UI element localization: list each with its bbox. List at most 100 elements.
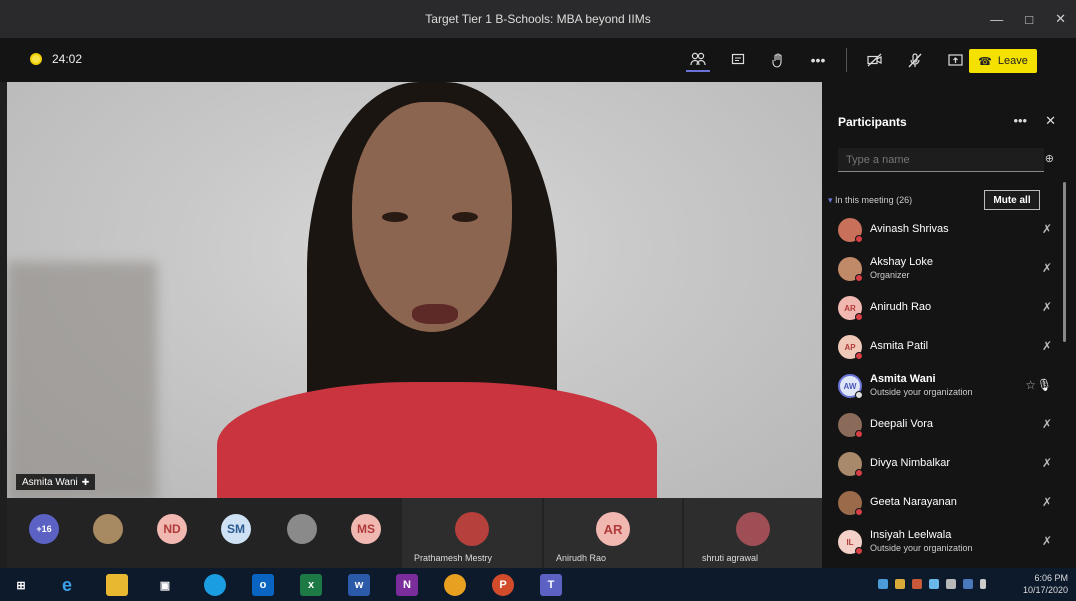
tray-icon[interactable]: [912, 579, 922, 589]
outlook-icon[interactable]: o: [252, 574, 274, 596]
main-video-stage: [7, 82, 822, 498]
status-badge: [855, 313, 863, 321]
system-clock[interactable]: 6:06 PM 10/17/2020: [1023, 572, 1068, 596]
tray-icon[interactable]: [963, 579, 973, 589]
status-badge: [855, 274, 863, 282]
tile-name: Prathamesh Mestry: [414, 553, 493, 563]
participant-search-input[interactable]: [838, 148, 1044, 172]
speaker-name-tag: Asmita Wani ✚: [16, 474, 96, 490]
participant-row[interactable]: Divya Nimbalkar ✗: [836, 448, 1056, 480]
status-badge: [855, 469, 863, 477]
video-tile[interactable]: Prathamesh Mestry: [402, 498, 542, 568]
mic-off-icon[interactable]: ✗: [1042, 534, 1052, 548]
store-icon[interactable]: ▣: [154, 574, 176, 596]
pin-icon[interactable]: ☆: [1025, 378, 1036, 392]
more-actions-button[interactable]: •••: [806, 48, 830, 72]
minimize-button[interactable]: —: [990, 12, 1003, 27]
chrome-icon[interactable]: [444, 574, 466, 596]
participant-row[interactable]: AW Asmita Wani Outside your organization…: [836, 370, 1056, 402]
video-gallery-strip: +16 ND SM MS Prathamesh Mestry AR Anirud…: [7, 498, 822, 568]
hand-icon: [772, 52, 782, 68]
network-icon[interactable]: [980, 579, 986, 589]
mic-off-icon[interactable]: ✗: [1042, 456, 1052, 470]
participant-avatar-ms[interactable]: MS: [351, 514, 381, 544]
participant-name: Divya Nimbalkar: [870, 457, 951, 469]
teams-icon[interactable]: T: [540, 574, 562, 596]
tile-photo-avatar: [455, 512, 489, 546]
video-tile[interactable]: shruti agrawal: [684, 498, 822, 568]
participant-avatar-nd[interactable]: ND: [157, 514, 187, 544]
speaker-face: [352, 102, 512, 332]
mute-all-button[interactable]: Mute all: [984, 190, 1040, 210]
participant-row[interactable]: Deepali Vora ✗: [836, 409, 1056, 441]
panel-scrollbar[interactable]: [1063, 182, 1066, 342]
panel-close-button[interactable]: ✕: [1045, 113, 1056, 129]
participant-photo-avatar[interactable]: [93, 514, 123, 544]
camera-toggle-button[interactable]: [863, 48, 887, 72]
clock-time: 6:06 PM: [1034, 573, 1068, 583]
participant-name: Geeta Narayanan: [870, 496, 957, 508]
onenote-icon[interactable]: N: [396, 574, 418, 596]
mic-on-icon[interactable]: 🎙: [1037, 378, 1052, 392]
chat-button[interactable]: [726, 48, 750, 72]
participant-name: Anirudh Rao: [870, 301, 932, 313]
raise-hand-button[interactable]: [766, 48, 790, 72]
participant-name: Insiyah Leelwala: [870, 529, 952, 541]
maximize-button[interactable]: □: [1025, 12, 1033, 27]
overflow-participants-button[interactable]: +16: [29, 514, 59, 544]
mic-off-icon[interactable]: ✗: [1042, 261, 1052, 275]
powerpoint-icon[interactable]: P: [492, 574, 514, 596]
close-window-button[interactable]: ✕: [1055, 11, 1066, 27]
participant-row[interactable]: IL Insiyah Leelwala Outside your organiz…: [836, 526, 1056, 558]
leave-label: Leave: [997, 55, 1028, 67]
tray-icon[interactable]: [946, 579, 956, 589]
window-titlebar: Target Tier 1 B-Schools: MBA beyond IIMs…: [0, 0, 1076, 38]
tray-icon[interactable]: [895, 579, 905, 589]
participant-avatar-sm[interactable]: SM: [221, 514, 251, 544]
share-invite-icon[interactable]: ⊕: [1045, 152, 1054, 165]
video-tile[interactable]: AR Anirudh Rao: [544, 498, 682, 568]
participant-name: Avinash Shrivas: [870, 223, 949, 235]
hang-up-icon: ☎: [978, 55, 992, 68]
status-badge: [855, 352, 863, 360]
participant-row[interactable]: Geeta Narayanan ✗: [836, 487, 1056, 519]
recording-icon: [30, 53, 42, 65]
panel-more-button[interactable]: •••: [1013, 113, 1027, 129]
speaker-mouth: [412, 304, 458, 324]
toolbar-divider: [846, 48, 847, 72]
tray-icon[interactable]: [929, 579, 939, 589]
pin-icon: ✚: [81, 476, 90, 487]
internet-explorer-icon[interactable]: e: [56, 574, 78, 596]
participant-row[interactable]: Akshay Loke Organizer ✗: [836, 253, 1056, 285]
tray-icon[interactable]: [878, 579, 888, 589]
panel-title: Participants: [838, 115, 907, 129]
os-taskbar: ⊞ e ▣ o x w N P T 6:06 PM 10/17/2020: [0, 568, 1076, 601]
mic-off-icon[interactable]: ✗: [1042, 222, 1052, 236]
mic-off-icon[interactable]: ✗: [1042, 417, 1052, 431]
mic-off-icon[interactable]: ✗: [1042, 339, 1052, 353]
participants-icon: [690, 52, 706, 66]
participant-row[interactable]: AR Anirudh Rao ✗: [836, 292, 1056, 324]
mic-off-icon[interactable]: ✗: [1042, 300, 1052, 314]
speaker-shirt: [217, 382, 657, 498]
share-tray-icon: [947, 54, 963, 66]
file-explorer-icon[interactable]: [106, 574, 128, 596]
edge-icon[interactable]: [204, 574, 226, 596]
meeting-section-header[interactable]: ▾ In this meeting (26): [828, 195, 912, 206]
participant-row[interactable]: Avinash Shrivas ✗: [836, 214, 1056, 246]
windows-start-icon[interactable]: ⊞: [10, 574, 32, 596]
timer-text: 24:02: [52, 52, 83, 66]
status-badge: [855, 391, 863, 399]
camera-off-icon: [867, 53, 882, 67]
share-screen-button[interactable]: [943, 48, 967, 72]
status-badge: [855, 508, 863, 516]
mic-toggle-button[interactable]: [903, 48, 927, 72]
participant-row[interactable]: AP Asmita Patil ✗: [836, 331, 1056, 363]
mic-off-icon[interactable]: ✗: [1042, 495, 1052, 509]
word-icon[interactable]: w: [348, 574, 370, 596]
participant-photo-avatar[interactable]: [287, 514, 317, 544]
leave-button[interactable]: ☎ Leave: [969, 49, 1037, 73]
excel-icon[interactable]: x: [300, 574, 322, 596]
show-participants-button[interactable]: [686, 48, 710, 72]
tile-name: shruti agrawal: [702, 553, 759, 563]
